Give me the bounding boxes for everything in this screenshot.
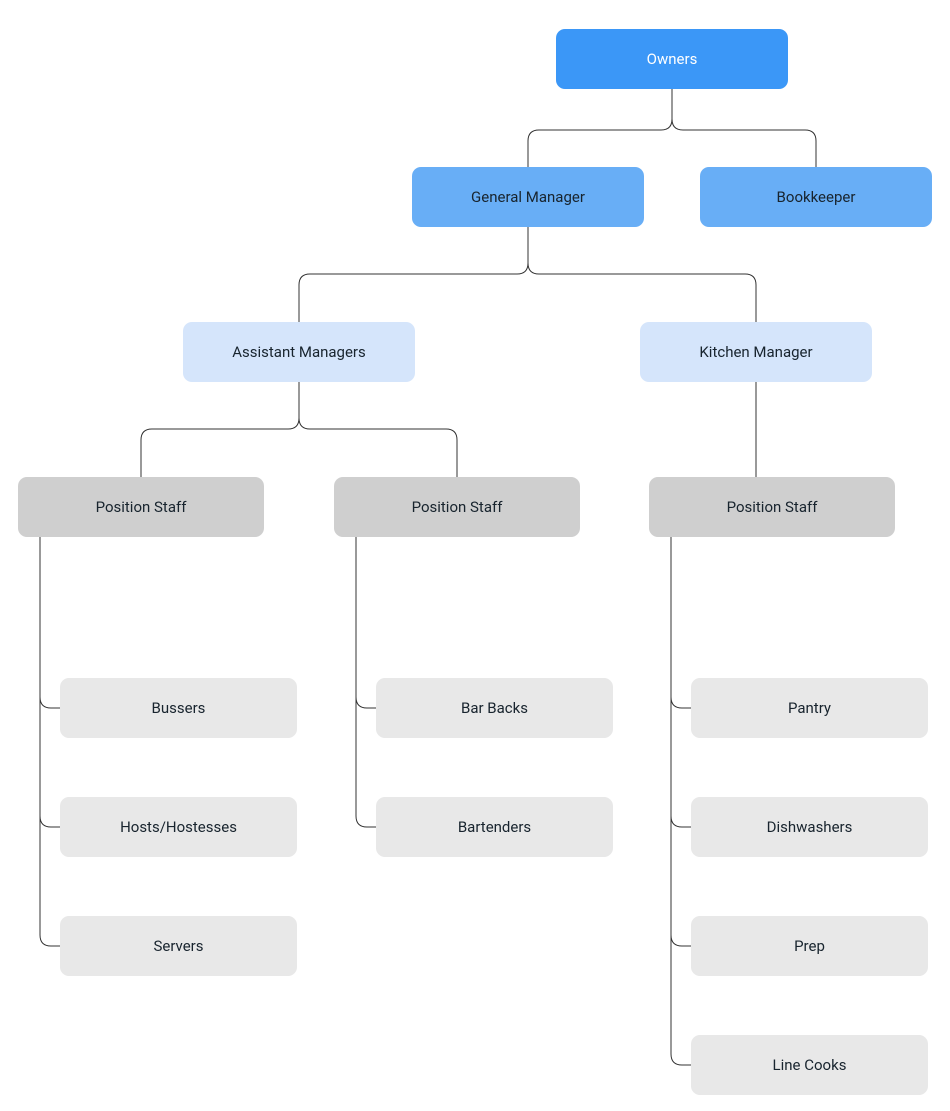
- node-hosts-hostesses: Hosts/Hostesses: [60, 797, 297, 857]
- node-bartenders: Bartenders: [376, 797, 613, 857]
- node-position-staff-2: Position Staff: [334, 477, 580, 537]
- node-position-staff-3: Position Staff: [649, 477, 895, 537]
- node-prep: Prep: [691, 916, 928, 976]
- node-dishwashers: Dishwashers: [691, 797, 928, 857]
- node-pantry: Pantry: [691, 678, 928, 738]
- node-bar-backs: Bar Backs: [376, 678, 613, 738]
- node-owners: Owners: [556, 29, 788, 89]
- org-chart: Owners General Manager Bookkeeper Assist…: [0, 0, 950, 1111]
- node-servers: Servers: [60, 916, 297, 976]
- node-assistant-managers: Assistant Managers: [183, 322, 415, 382]
- node-bussers: Bussers: [60, 678, 297, 738]
- node-general-manager: General Manager: [412, 167, 644, 227]
- node-line-cooks: Line Cooks: [691, 1035, 928, 1095]
- node-bookkeeper: Bookkeeper: [700, 167, 932, 227]
- node-position-staff-1: Position Staff: [18, 477, 264, 537]
- node-kitchen-manager: Kitchen Manager: [640, 322, 872, 382]
